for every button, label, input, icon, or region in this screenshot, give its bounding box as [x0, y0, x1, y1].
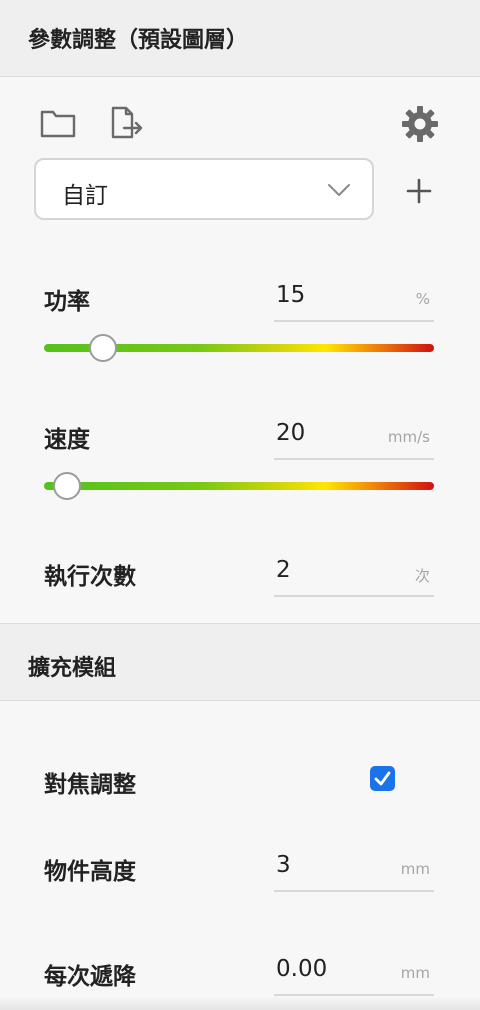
power-value: 15 — [276, 282, 306, 308]
z-step-input[interactable]: 0.00 mm — [274, 946, 434, 996]
repeat-input[interactable]: 2 次 — [274, 547, 434, 597]
autofocus-checkbox[interactable] — [370, 766, 395, 791]
object-height-value: 3 — [276, 852, 291, 878]
repeat-unit: 次 — [414, 567, 430, 585]
addon-title: 擴充模組 — [28, 656, 117, 681]
speed-input[interactable]: 20 mm/s — [274, 410, 434, 460]
speed-unit: mm/s — [387, 428, 430, 446]
speed-slider-thumb[interactable] — [53, 472, 82, 500]
z-step-unit: mm — [400, 964, 430, 982]
gear-icon[interactable] — [402, 106, 438, 142]
power-input[interactable]: 15 % — [274, 272, 434, 322]
autofocus-label: 對焦調整 — [44, 772, 136, 798]
preset-select[interactable]: 自訂 — [34, 158, 374, 220]
check-icon — [374, 771, 391, 786]
power-label: 功率 — [44, 289, 90, 315]
speed-label: 速度 — [44, 427, 90, 453]
file-export-icon[interactable] — [110, 106, 144, 140]
object-height-input[interactable]: 3 mm — [274, 842, 434, 892]
section-header-addon: 擴充模組 — [0, 623, 480, 701]
z-step-value: 0.00 — [276, 956, 328, 982]
z-step-label: 每次遞降 — [44, 964, 136, 990]
speed-slider[interactable] — [44, 472, 434, 500]
folder-icon[interactable] — [40, 108, 76, 138]
plus-icon[interactable] — [406, 178, 432, 204]
power-slider[interactable] — [44, 334, 434, 362]
power-slider-thumb[interactable] — [88, 334, 117, 362]
preset-select-value: 自訂 — [62, 183, 108, 209]
chevron-down-icon — [328, 182, 350, 201]
repeat-value: 2 — [276, 557, 291, 583]
section-header-params: 參數調整（預設圖層） — [0, 0, 480, 77]
panel-title: 參數調整（預設圖層） — [28, 28, 249, 53]
power-unit: % — [415, 290, 430, 308]
speed-value: 20 — [276, 420, 306, 446]
repeat-label: 執行次數 — [44, 564, 136, 590]
object-height-label: 物件高度 — [44, 859, 136, 885]
speed-slider-track[interactable] — [44, 482, 434, 490]
object-height-unit: mm — [400, 860, 430, 878]
scroll-fade — [0, 996, 480, 1010]
